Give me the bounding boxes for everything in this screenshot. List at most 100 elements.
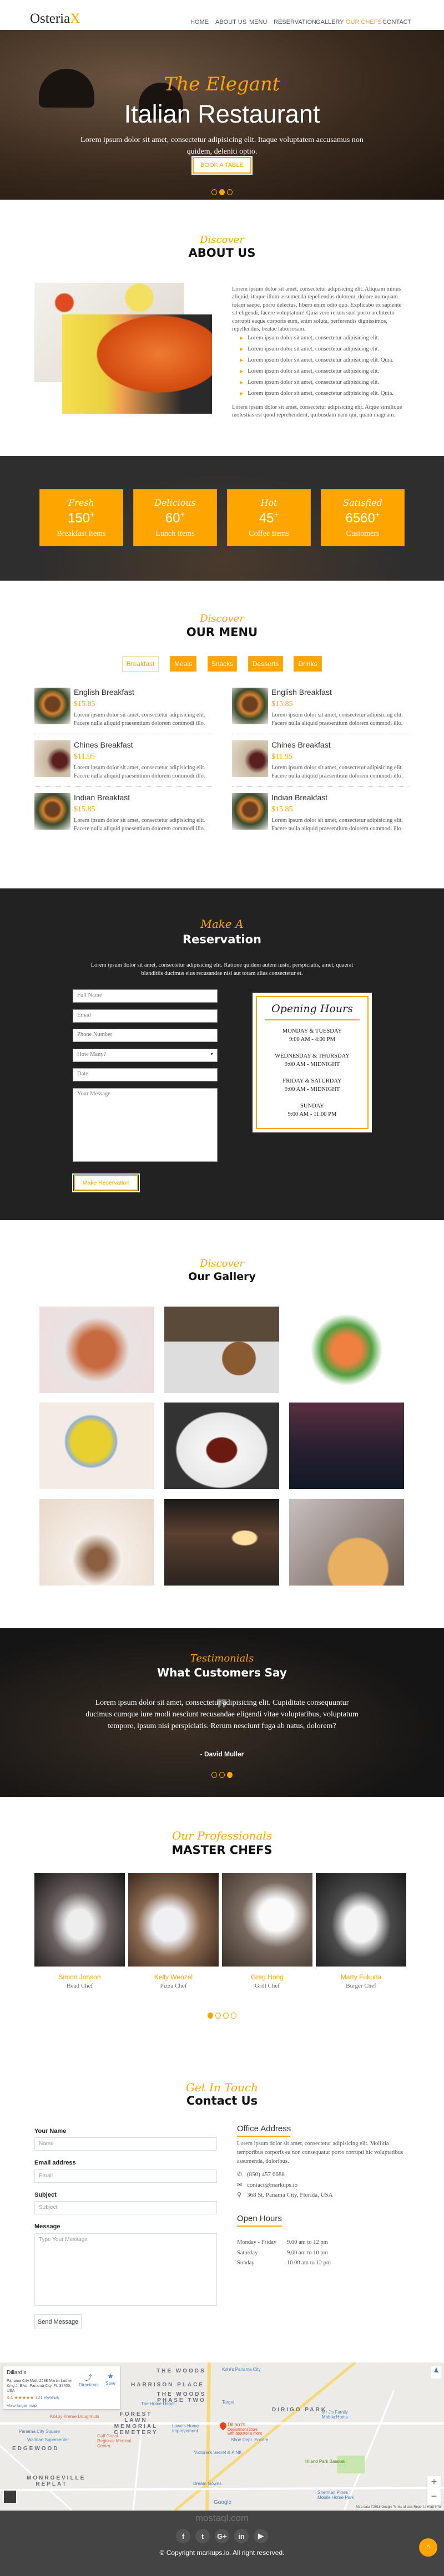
nav-chefs[interactable]: OUR CHEFS bbox=[346, 19, 382, 26]
slider-dot[interactable] bbox=[211, 1772, 217, 1778]
map-poi[interactable]: Mr J's Family Mobile Home bbox=[322, 2410, 355, 2420]
menu-item-price: $11.95 bbox=[271, 753, 292, 761]
full-name-input[interactable]: Full Name bbox=[73, 989, 218, 1003]
scroll-to-top-button[interactable]: ^ bbox=[419, 2538, 437, 2557]
subject-input[interactable]: Subject bbox=[34, 2201, 217, 2214]
satellite-thumbnail[interactable] bbox=[3, 2490, 17, 2503]
counter-box: Delicious 60+ Lunch Items bbox=[133, 489, 217, 546]
map-poi[interactable]: Hiland Park Baseball bbox=[305, 2459, 346, 2464]
slider-dot[interactable] bbox=[223, 2013, 229, 2019]
nav-contact[interactable]: CONTACT bbox=[382, 19, 411, 26]
chef-photo bbox=[128, 1873, 219, 1967]
pegman-icon[interactable]: ♟ bbox=[431, 2366, 441, 2379]
gallery-image-plated-dish[interactable] bbox=[39, 1499, 154, 1586]
nav-about[interactable]: ABOUT US bbox=[215, 19, 246, 26]
menu-item[interactable]: Indian Breakfast $15.85 Lorem ipsum dolor … bbox=[232, 793, 410, 832]
menu-tab-desserts[interactable]: Desserts bbox=[248, 656, 283, 672]
reviews-link[interactable]: 121 reviews bbox=[35, 2395, 59, 2400]
map-poi[interactable]: Walmart Supercenter bbox=[27, 2437, 69, 2442]
gallery-image-pizza[interactable] bbox=[289, 1499, 404, 1586]
menu-item[interactable]: Indian Breakfast $15.85 Lorem ipsum dolor … bbox=[34, 793, 212, 832]
gallery-image-restaurant-interior[interactable] bbox=[164, 1499, 279, 1586]
save-button[interactable]: ★ Save bbox=[105, 2372, 115, 2386]
hours-days: MONDAY & TUESDAY bbox=[282, 1028, 342, 1034]
slider-dot-active[interactable] bbox=[227, 1772, 233, 1778]
gallery-image-rice-bowl[interactable] bbox=[39, 1403, 154, 1489]
map-attribution[interactable]: Map data ©2018 Google Terms of Use Repor… bbox=[356, 2506, 442, 2509]
menu-item[interactable]: English Breakfast $15.85 Lorem ipsum dolor… bbox=[232, 688, 410, 726]
gallery-image-dessert[interactable] bbox=[164, 1403, 279, 1489]
date-input[interactable]: Date bbox=[73, 1068, 218, 1081]
place-rating: 4.4 ★★★★★ 121 reviews bbox=[7, 2395, 59, 2400]
phone-row: ✆ (850) 457 6688 bbox=[237, 2171, 285, 2178]
name-input[interactable]: Name bbox=[34, 2137, 217, 2151]
nav-menu[interactable]: MENU bbox=[249, 19, 267, 26]
view-larger-map-link[interactable]: View larger map bbox=[7, 2403, 117, 2408]
google-plus-link[interactable]: G+ bbox=[215, 2529, 229, 2543]
zoom-in-button[interactable]: + bbox=[427, 2476, 441, 2491]
about-section: Discover ABOUT US Lorem ipsum dolor sit … bbox=[0, 200, 444, 456]
message-textarea[interactable]: Type Your Message bbox=[34, 2233, 217, 2306]
guests-select[interactable]: How Many? ▼ bbox=[73, 1049, 218, 1062]
twitter-icon: t bbox=[201, 2532, 204, 2541]
slider-dot[interactable] bbox=[227, 189, 233, 195]
map-poi[interactable]: Dream Gowns bbox=[193, 2481, 221, 2486]
book-table-button[interactable]: BOOK A TABLE bbox=[191, 156, 253, 175]
map-embed[interactable]: THE WOODS HARRISON PLACE THE WOODS PHASE… bbox=[0, 2362, 444, 2511]
menu-item[interactable]: Chines Breakfast $11.95 Lorem ipsum dolor … bbox=[232, 740, 410, 779]
slider-dot[interactable] bbox=[215, 2013, 221, 2019]
linkedin-link[interactable]: in bbox=[234, 2529, 249, 2543]
slider-dot[interactable] bbox=[219, 1772, 225, 1778]
nav-reservation[interactable]: RESERVATION bbox=[274, 19, 316, 26]
slider-dot[interactable] bbox=[231, 2013, 236, 2019]
menu-tab-breakfast[interactable]: Breakfast bbox=[122, 656, 159, 672]
twitter-link[interactable]: t bbox=[195, 2529, 210, 2543]
slider-dot-active[interactable] bbox=[219, 189, 225, 195]
about-list-item: ▶ Lorem ipsum dolor sit amet, consectetur… bbox=[240, 346, 406, 357]
menu-tab-drinks[interactable]: Drinks bbox=[294, 656, 322, 672]
map-poi[interactable]: Target bbox=[222, 2400, 234, 2405]
gallery-image-burger[interactable] bbox=[164, 1307, 279, 1393]
open-hours-time: 9.00 am to 12 pm bbox=[287, 2239, 328, 2245]
make-reservation-button[interactable]: Make Reservation bbox=[72, 1173, 140, 1192]
hours-block: SUNDAY 9:00 AM - 11:00 PM bbox=[257, 1102, 367, 1119]
nav-home[interactable]: HOME bbox=[190, 19, 209, 26]
gallery-image-fish[interactable] bbox=[39, 1307, 154, 1393]
gallery-image-shrimp-salad[interactable] bbox=[289, 1307, 404, 1393]
send-message-button[interactable]: Send Message bbox=[34, 2314, 82, 2329]
nav-gallery[interactable]: GALLERY bbox=[316, 19, 344, 26]
menu-item-image bbox=[232, 793, 268, 830]
email-input[interactable]: Email bbox=[34, 2169, 217, 2183]
phone-input[interactable]: Phone Number bbox=[73, 1029, 218, 1042]
slider-dot-active[interactable] bbox=[208, 2013, 213, 2019]
open-hours-time: 9.00 am to 10 pm bbox=[287, 2249, 328, 2256]
map-poi[interactable]: Panama City Square bbox=[19, 2429, 60, 2434]
map-poi[interactable]: Shoe Dept. Encore bbox=[231, 2437, 269, 2442]
zoom-out-button[interactable]: − bbox=[427, 2491, 441, 2505]
menu-item-name: Chines Breakfast bbox=[74, 740, 133, 749]
chef-role: Head Chef bbox=[66, 1983, 93, 1989]
menu-tab-snacks[interactable]: Snacks bbox=[208, 656, 237, 672]
slider-dot[interactable] bbox=[211, 189, 217, 195]
section-script: Make A bbox=[200, 917, 244, 931]
map-poi[interactable]: Sherman Pines Mobile Home Park bbox=[317, 2490, 356, 2500]
email-input[interactable]: Email bbox=[73, 1009, 218, 1023]
youtube-link[interactable]: ▶ bbox=[254, 2529, 268, 2543]
map-poi[interactable]: Gulf Coast Regional Medical Center bbox=[97, 2433, 136, 2448]
map-poi[interactable]: Lowe's Home Improvement bbox=[172, 2423, 205, 2433]
gallery-image-bread[interactable] bbox=[289, 1403, 404, 1489]
menu-item[interactable]: Chines Breakfast $11.95 Lorem ipsum dolor … bbox=[34, 740, 212, 779]
map-poi[interactable]: Kohl's Panama City bbox=[222, 2367, 261, 2372]
map-poi[interactable]: Victoria's Secret & PINK bbox=[194, 2450, 242, 2455]
menu-item-price: $15.85 bbox=[271, 805, 293, 814]
directions-button[interactable]: ⤴ Directions bbox=[79, 2372, 99, 2387]
menu-tab-meals[interactable]: Meals bbox=[170, 656, 196, 672]
email-link[interactable]: contact@markups.io bbox=[247, 2182, 297, 2188]
map-poi[interactable]: The Home Depot bbox=[141, 2401, 175, 2406]
message-textarea[interactable]: Your Message bbox=[73, 1088, 218, 1162]
facebook-link[interactable]: f bbox=[176, 2529, 190, 2543]
menu-item[interactable]: English Breakfast $15.85 Lorem ipsum dolor… bbox=[34, 688, 212, 726]
brand-logo[interactable]: OsteriaX bbox=[30, 11, 80, 27]
hours-time: 9:00 AM - 11:00 PM bbox=[287, 1111, 337, 1117]
map-poi[interactable]: Krispy Kreme Doughnuts bbox=[50, 2414, 99, 2419]
